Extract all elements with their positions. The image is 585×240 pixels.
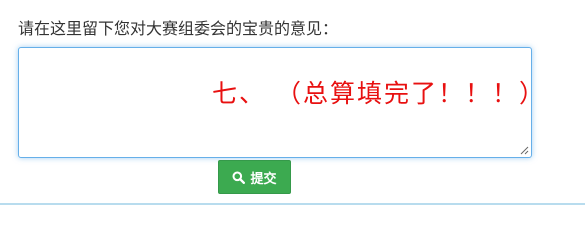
search-icon <box>232 171 246 184</box>
submit-button[interactable]: 提交 <box>218 160 291 194</box>
feedback-form: 请在这里留下您对大赛组委会的宝贵的意见： 七、 （总算填完了！！！） 提交 <box>0 0 585 206</box>
resize-grip-icon[interactable] <box>519 145 529 155</box>
submit-button-label: 提交 <box>250 171 277 187</box>
section-divider <box>0 203 585 205</box>
feedback-textarea[interactable]: 七、 （总算填完了！！！） <box>18 47 544 158</box>
feedback-prompt-label: 请在这里留下您对大赛组委会的宝贵的意见： <box>18 19 339 38</box>
feedback-textarea-value[interactable]: 七、 （总算填完了！！！） <box>212 74 546 110</box>
